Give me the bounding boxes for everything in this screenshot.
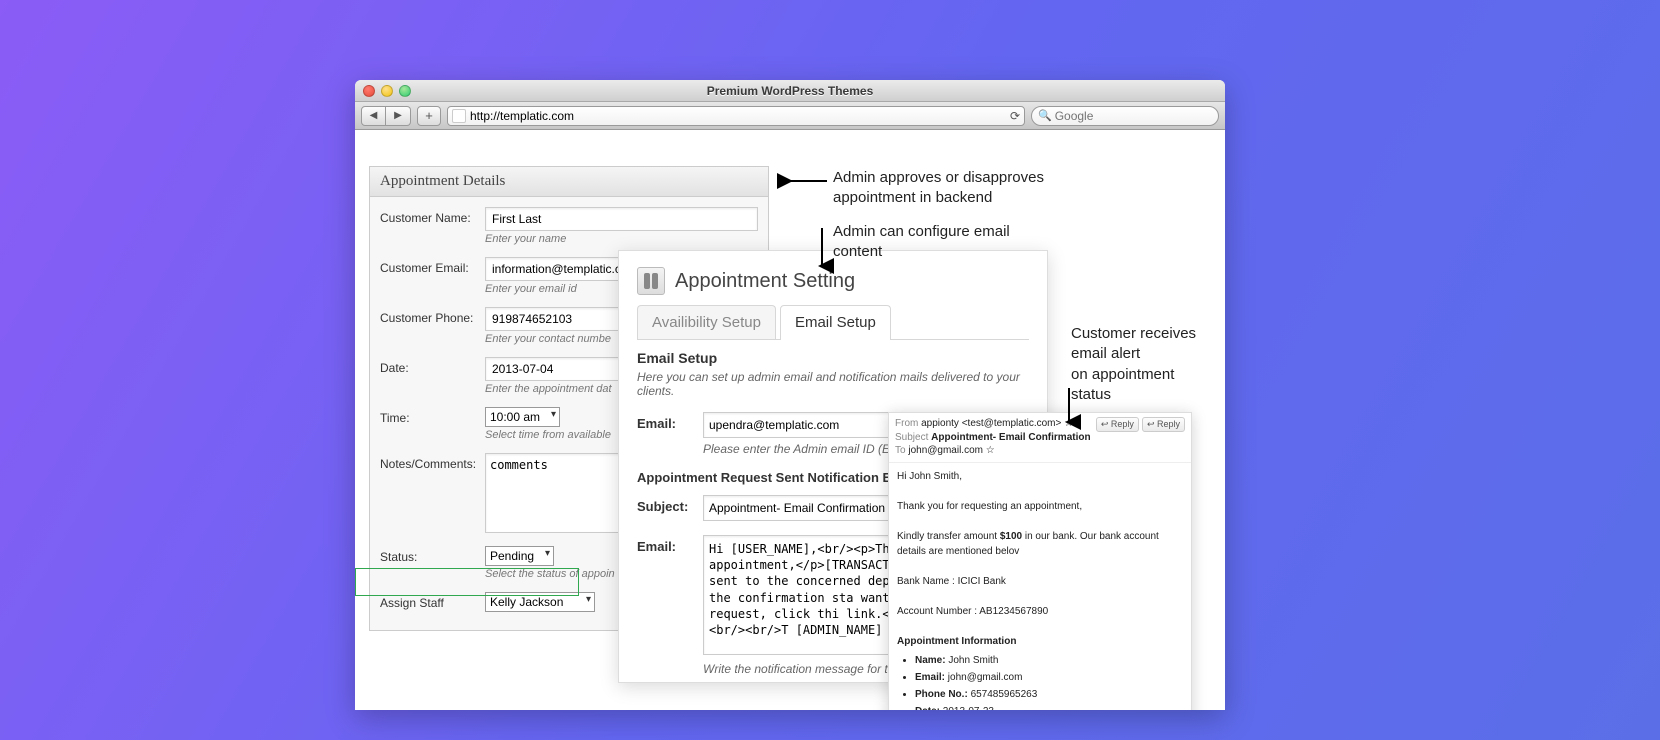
forward-button[interactable]: ▶: [386, 106, 411, 126]
date-label: Date:: [380, 357, 485, 405]
search-bar[interactable]: 🔍: [1031, 106, 1219, 126]
callout-configure-email: Admin can configure emailcontent: [833, 222, 1010, 263]
status-label: Status:: [380, 546, 485, 590]
panel-title: Appointment Details: [370, 167, 768, 197]
arrow-icon: [783, 174, 829, 191]
staff-select[interactable]: Kelly Jackson: [485, 592, 595, 612]
window-titlebar: Premium WordPress Themes: [355, 80, 1225, 102]
browser-window: Premium WordPress Themes ◀ ▶ + ⟳ 🔍 Appoi…: [355, 80, 1225, 710]
customer-phone-label: Customer Phone:: [380, 307, 485, 355]
search-input[interactable]: [1055, 109, 1212, 123]
back-button[interactable]: ◀: [361, 106, 386, 126]
time-select[interactable]: 10:00 am: [485, 407, 560, 427]
notes-label: Notes/Comments:: [380, 453, 485, 536]
subject-label: Subject:: [637, 495, 703, 521]
reply-button[interactable]: ↩ Reply: [1096, 417, 1139, 432]
settings-icon: [637, 267, 665, 295]
staff-label: Assign Staff: [380, 592, 485, 612]
section-title: Email Setup: [637, 350, 1029, 366]
page-content: Appointment Details Customer Name: Enter…: [355, 130, 1225, 710]
body-label: Email:: [637, 535, 703, 658]
new-tab-button[interactable]: +: [417, 106, 441, 126]
email-preview: From appionty <test@templatic.com> ☆ Sub…: [888, 412, 1192, 710]
time-label: Time:: [380, 407, 485, 451]
window-title: Premium WordPress Themes: [355, 84, 1225, 98]
customer-name-label: Customer Name:: [380, 207, 485, 255]
arrow-down-icon: [1062, 386, 1076, 431]
address-bar[interactable]: ⟳: [447, 106, 1025, 126]
customer-name-hint: Enter your name: [485, 233, 758, 245]
url-input[interactable]: [470, 109, 1006, 123]
tab-availability[interactable]: Availibility Setup: [637, 305, 776, 339]
page-icon: [452, 109, 466, 123]
search-icon: 🔍: [1038, 109, 1052, 122]
browser-toolbar: ◀ ▶ + ⟳ 🔍: [355, 102, 1225, 130]
email-body: Hi John Smith, Thank you for requesting …: [889, 463, 1191, 711]
callout-admin-approve: Admin approves or disapprovesappointment…: [833, 168, 1044, 209]
section-subtitle: Here you can set up admin email and noti…: [637, 370, 1029, 398]
reply-all-button[interactable]: ↩ Reply: [1142, 417, 1185, 432]
admin-email-label: Email:: [637, 412, 703, 438]
customer-email-label: Customer Email:: [380, 257, 485, 305]
arrow-down-icon: [815, 226, 829, 275]
tab-email-setup[interactable]: Email Setup: [780, 305, 891, 339]
status-select[interactable]: Pending: [485, 546, 554, 566]
callout-customer-email: Customer receivesemail alerton appointme…: [1071, 324, 1196, 405]
reload-icon[interactable]: ⟳: [1010, 109, 1020, 123]
customer-name-input[interactable]: [485, 207, 758, 231]
